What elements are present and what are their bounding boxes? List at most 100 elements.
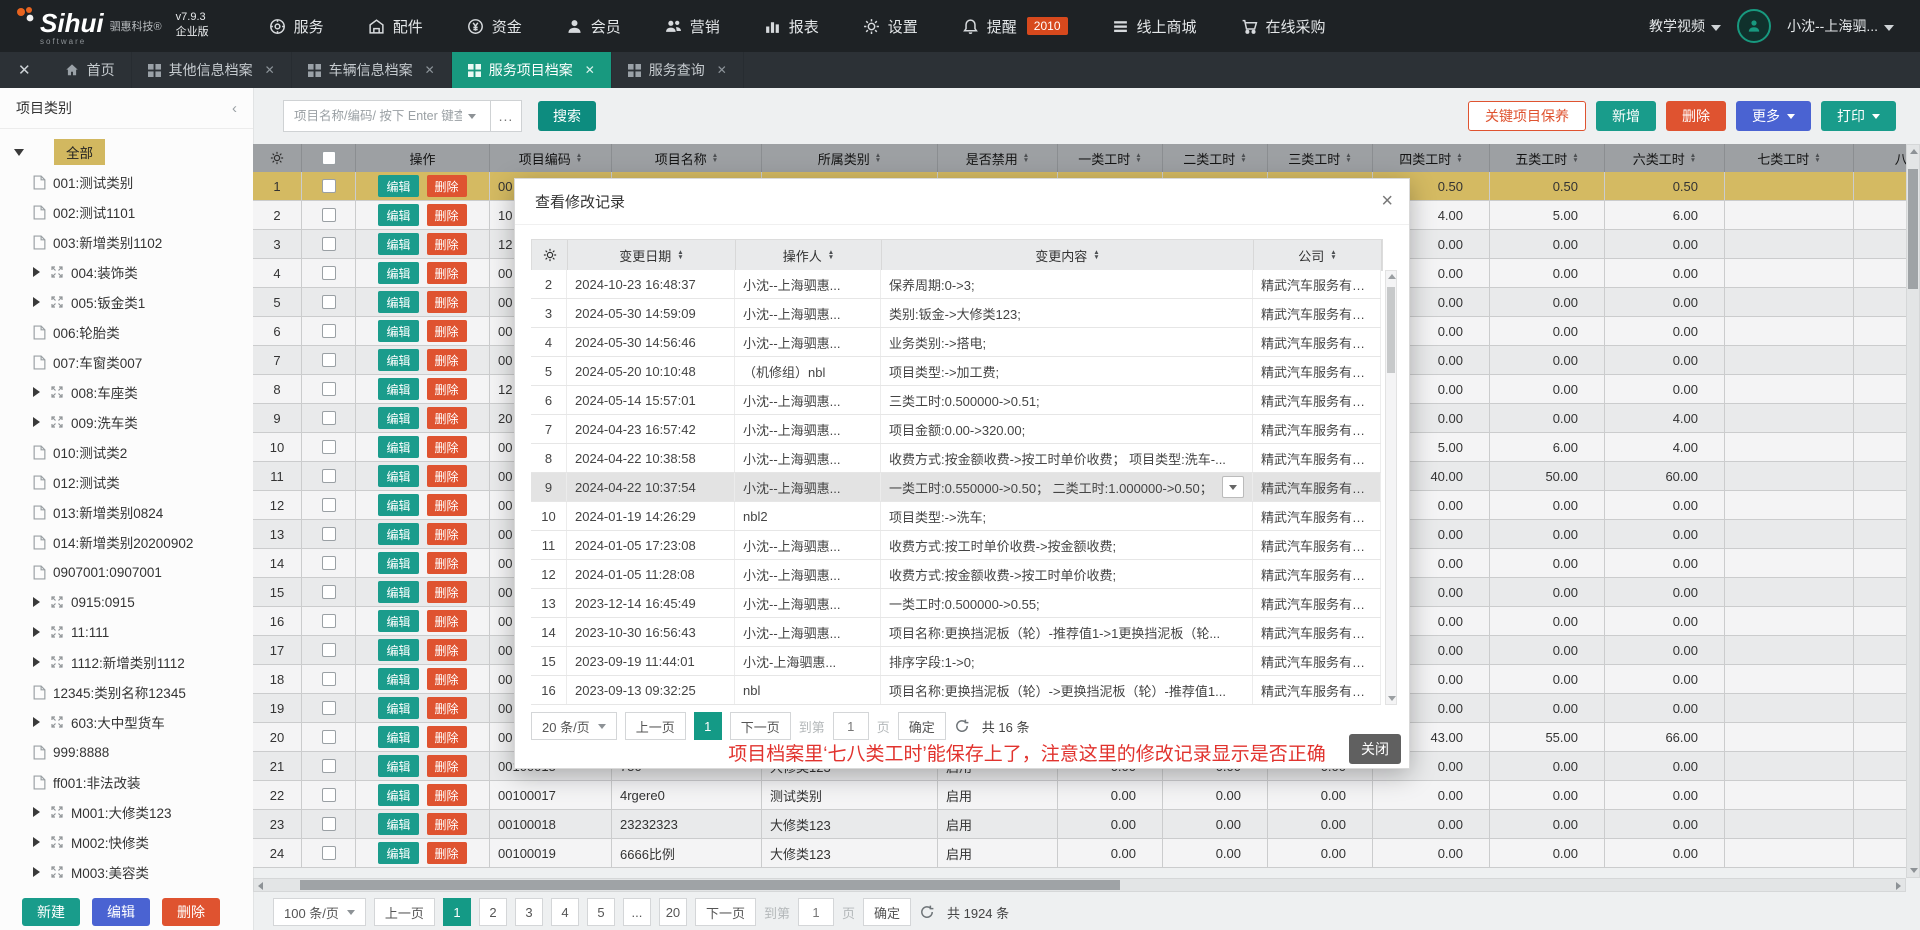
modal-table-row[interactable]: 142023-10-30 16:56:43小沈--上海驷惠...项目名称:更换挡…: [531, 618, 1381, 647]
modal-header-content[interactable]: 变更内容▲▼: [882, 240, 1254, 270]
scrollbar-thumb[interactable]: [1908, 169, 1918, 289]
scroll-down-icon[interactable]: [1388, 696, 1396, 701]
vertical-scrollbar[interactable]: [1906, 144, 1920, 878]
row-edit-button[interactable]: 编辑: [378, 291, 418, 313]
tree-item-013[interactable]: 013:新增类别0824: [0, 497, 253, 527]
search-more-button[interactable]: ...: [491, 100, 522, 132]
header-code[interactable]: 项目编码▲▼: [490, 144, 612, 172]
row-edit-button[interactable]: 编辑: [378, 320, 418, 342]
row-checkbox[interactable]: [322, 469, 336, 483]
row-edit-button[interactable]: 编辑: [378, 204, 418, 226]
refresh-icon[interactable]: [954, 718, 970, 734]
tree-item-012[interactable]: 012:测试类: [0, 467, 253, 497]
row-delete-button[interactable]: 删除: [427, 697, 467, 719]
scroll-down-icon[interactable]: [1910, 868, 1918, 873]
nav-item-marketing[interactable]: 营销: [643, 0, 742, 52]
select-all-checkbox[interactable]: [322, 151, 336, 165]
scroll-up-icon[interactable]: [1388, 274, 1396, 279]
caret-right-icon[interactable]: [33, 267, 40, 277]
tree-item-11[interactable]: 11:111: [0, 617, 253, 647]
row-checkbox[interactable]: [322, 527, 336, 541]
row-checkbox[interactable]: [322, 353, 336, 367]
row-delete-button[interactable]: 删除: [427, 726, 467, 748]
goto-page-input[interactable]: [833, 712, 869, 740]
delete-button[interactable]: 删除: [1666, 101, 1726, 131]
modal-close-button[interactable]: 关闭: [1349, 734, 1401, 764]
avatar[interactable]: [1737, 9, 1771, 43]
page-size-select[interactable]: 20 条/页: [531, 712, 617, 740]
tree-item-003[interactable]: 003:新增类别1102: [0, 227, 253, 257]
row-edit-button[interactable]: 编辑: [378, 697, 418, 719]
row-edit-button[interactable]: 编辑: [378, 262, 418, 284]
row-delete-button[interactable]: 删除: [427, 494, 467, 516]
modal-table-row[interactable]: 122024-01-05 11:28:08小沈--上海驷惠...收费方式:按金额…: [531, 560, 1381, 589]
header-category[interactable]: 所属类别▲▼: [762, 144, 938, 172]
goto-page-input[interactable]: [798, 898, 834, 926]
row-edit-button[interactable]: 编辑: [378, 813, 418, 835]
row-edit-button[interactable]: 编辑: [378, 581, 418, 603]
close-tab-icon[interactable]: ✕: [717, 63, 727, 77]
modal-table-row[interactable]: 102024-01-19 14:26:29nbl2项目类型:->洗车;精武汽车服…: [531, 502, 1381, 531]
tree-item-ff001[interactable]: ff001:非法改装: [0, 767, 253, 797]
row-delete-button[interactable]: 删除: [427, 320, 467, 342]
header-select-all[interactable]: [302, 144, 356, 172]
row-checkbox[interactable]: [322, 208, 336, 222]
caret-right-icon[interactable]: [33, 627, 40, 637]
tab-other-info[interactable]: 其他信息档案✕: [132, 52, 292, 88]
row-checkbox[interactable]: [322, 846, 336, 860]
user-dropdown[interactable]: 小沈--上海驷...: [1787, 16, 1894, 36]
next-page-button[interactable]: 下一页: [730, 712, 791, 740]
modal-header-company[interactable]: 公司▲▼: [1254, 240, 1382, 270]
page-button-5[interactable]: 5: [587, 898, 615, 926]
row-checkbox[interactable]: [322, 585, 336, 599]
modal-close-icon[interactable]: ×: [1381, 191, 1393, 211]
row-edit-button[interactable]: 编辑: [378, 552, 418, 574]
nav-item-mall[interactable]: 线上商城: [1090, 0, 1219, 52]
print-button[interactable]: 打印: [1821, 101, 1896, 131]
nav-item-parts[interactable]: 配件: [346, 0, 445, 52]
scroll-left-icon[interactable]: [258, 882, 263, 890]
modal-table-row[interactable]: 132023-12-14 16:45:49小沈--上海驷惠...一类工时:0.5…: [531, 589, 1381, 618]
row-delete-button[interactable]: 删除: [427, 262, 467, 284]
nav-item-funds[interactable]: 资金: [445, 0, 544, 52]
row-checkbox[interactable]: [322, 701, 336, 715]
tree-item-0915[interactable]: 0915:0915: [0, 587, 253, 617]
modal-scrollbar[interactable]: [1385, 270, 1397, 705]
row-edit-button[interactable]: 编辑: [378, 349, 418, 371]
table-row[interactable]: 23编辑删除0010001823232323大修类123启用0.000.000.…: [253, 810, 1920, 839]
page-button-3[interactable]: 3: [515, 898, 543, 926]
row-edit-button[interactable]: 编辑: [378, 233, 418, 255]
modal-table-row[interactable]: 152023-09-19 11:44:01小沈-上海驷惠...排序字段:1->0…: [531, 647, 1381, 676]
modal-header-date[interactable]: 变更日期▲▼: [568, 240, 736, 270]
page-button-4[interactable]: 4: [551, 898, 579, 926]
row-edit-button[interactable]: 编辑: [378, 842, 418, 864]
modal-table-row[interactable]: 162023-09-13 09:32:25nbl项目名称:更换挡泥板（轮）->更…: [531, 676, 1381, 705]
tree-item-008[interactable]: 008:车座类: [0, 377, 253, 407]
close-tab-icon[interactable]: ✕: [585, 63, 595, 77]
caret-right-icon[interactable]: [33, 597, 40, 607]
tab-service-query[interactable]: 服务查询✕: [612, 52, 744, 88]
collapse-sidebar-icon[interactable]: ‹: [232, 100, 237, 117]
row-expand-button[interactable]: [1222, 476, 1244, 498]
tutorial-video-dropdown[interactable]: 教学视频: [1649, 16, 1721, 36]
tree-item-006[interactable]: 006:轮胎类: [0, 317, 253, 347]
tree-item-001[interactable]: 001:测试类别: [0, 167, 253, 197]
caret-right-icon[interactable]: [33, 867, 40, 877]
row-delete-button[interactable]: 删除: [427, 755, 467, 777]
row-checkbox[interactable]: [322, 179, 336, 193]
row-delete-button[interactable]: 删除: [427, 523, 467, 545]
caret-right-icon[interactable]: [33, 837, 40, 847]
row-edit-button[interactable]: 编辑: [378, 639, 418, 661]
header-op[interactable]: 操作: [356, 144, 490, 172]
modal-table-row[interactable]: 22024-10-23 16:48:37小沈--上海驷惠...保养周期:0->3…: [531, 270, 1381, 299]
row-edit-button[interactable]: 编辑: [378, 378, 418, 400]
tree-item-005[interactable]: 005:钣金类1: [0, 287, 253, 317]
caret-right-icon[interactable]: [33, 297, 40, 307]
table-row[interactable]: 22编辑删除001000174rgere0测试类别启用0.000.000.000…: [253, 781, 1920, 810]
caret-right-icon[interactable]: [33, 717, 40, 727]
row-checkbox[interactable]: [322, 237, 336, 251]
scrollbar-thumb[interactable]: [1387, 287, 1395, 373]
nav-item-purchase[interactable]: 在线采购: [1219, 0, 1348, 52]
modal-header-operator[interactable]: 操作人▲▼: [736, 240, 882, 270]
caret-right-icon[interactable]: [33, 387, 40, 397]
